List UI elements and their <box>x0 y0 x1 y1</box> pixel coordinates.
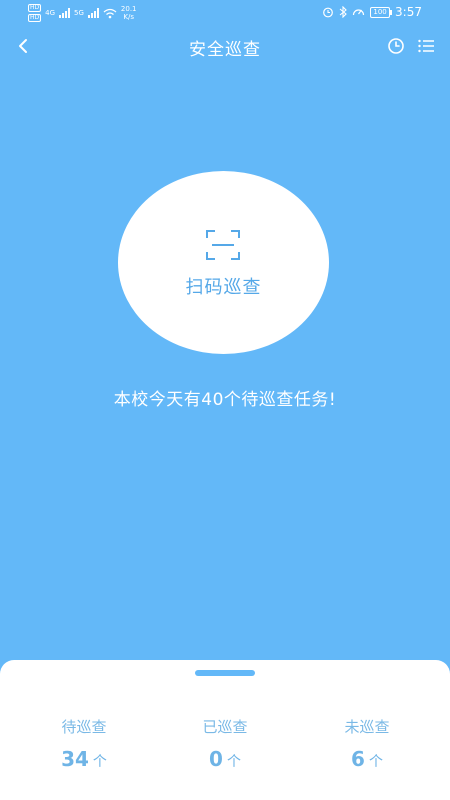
stat-done-unit: 个 <box>226 754 241 770</box>
scan-patrol-label: 扫码巡查 <box>185 277 262 298</box>
alarm-icon <box>323 7 333 18</box>
history-button[interactable] <box>386 36 406 56</box>
panel-drag-handle[interactable] <box>195 670 255 676</box>
bluetooth-icon <box>339 6 347 18</box>
list-icon <box>418 39 434 53</box>
task-count-message: 本校今天有40个待巡查任务! <box>113 390 337 410</box>
stat-missed-value-row: 6 个 <box>307 747 427 771</box>
stat-pending-label: 待巡查 <box>61 718 107 736</box>
speed-value: 20.1 <box>120 5 137 13</box>
speed-unit: K/s <box>123 13 135 21</box>
stat-missed-unit: 个 <box>368 754 383 770</box>
stat-done[interactable]: 已巡查 0 个 <box>165 716 285 771</box>
status-right: 100 3:57 <box>322 5 422 19</box>
hd-indicators: HD HD <box>28 4 42 22</box>
stat-pending-value-row: 34 个 <box>24 747 144 771</box>
scan-patrol-button[interactable]: 扫码巡查 <box>118 171 329 354</box>
app-header: 安全巡查 <box>0 26 450 66</box>
stat-missed-label: 未巡查 <box>344 718 390 736</box>
battery-icon: 100 <box>370 6 393 18</box>
signal-icon <box>59 8 71 18</box>
list-menu-button[interactable] <box>416 36 436 56</box>
status-left: HD HD 4G 5G 20.1 K/s <box>28 3 137 23</box>
scan-qr-icon <box>206 230 240 260</box>
speedometer-icon <box>352 9 365 16</box>
stat-done-value-row: 0 个 <box>165 747 285 771</box>
hd-badge-2: HD <box>28 14 42 22</box>
hd-badge-1: HD <box>28 4 42 12</box>
clock-icon <box>388 38 404 54</box>
network-type-1: 4G <box>45 9 56 17</box>
stat-pending-unit: 个 <box>92 754 107 770</box>
network-speed: 20.1 K/s <box>121 5 137 21</box>
stat-done-label: 已巡查 <box>202 718 248 736</box>
stat-missed-value: 6 <box>351 747 365 771</box>
stat-done-value: 0 <box>209 747 223 771</box>
status-bar: HD HD 4G 5G 20.1 K/s 100 3:57 <box>0 0 450 26</box>
stat-pending-value: 34 <box>61 747 89 771</box>
page-title: 安全巡查 <box>189 40 261 60</box>
status-time: 3:57 <box>395 5 422 19</box>
network-type-2: 5G <box>74 9 84 17</box>
stat-missed[interactable]: 未巡查 6 个 <box>307 716 427 771</box>
wifi-icon <box>103 8 117 18</box>
stat-pending[interactable]: 待巡查 34 个 <box>24 716 144 771</box>
signal-icon-2 <box>87 8 99 18</box>
stats-panel: 待巡查 34 个 已巡查 0 个 未巡查 6 个 <box>0 660 450 800</box>
